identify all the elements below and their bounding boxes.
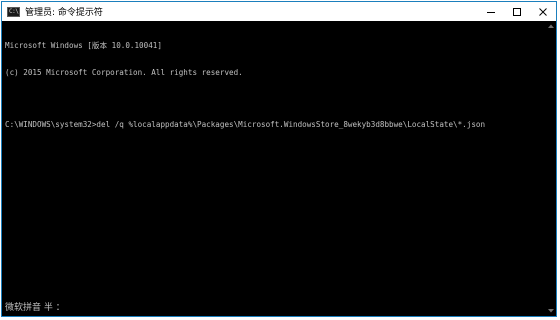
console-line-version: Microsoft Windows [版本 10.0.10041] bbox=[5, 41, 162, 51]
minimize-icon bbox=[487, 11, 495, 13]
console-output[interactable]: Microsoft Windows [版本 10.0.10041] (c) 20… bbox=[5, 25, 544, 314]
cmd-icon-glyph: C:\ bbox=[9, 7, 19, 15]
vertical-scrollbar[interactable] bbox=[547, 22, 555, 315]
close-icon bbox=[539, 7, 547, 16]
ime-status: 微软拼音 半 ： bbox=[5, 303, 65, 313]
window-controls bbox=[478, 2, 556, 21]
command-prompt-window: C:\ 管理员: 命令提示符 Microsoft Windows [版本 10.… bbox=[1, 1, 557, 317]
minimize-button[interactable] bbox=[478, 2, 504, 21]
title-bar[interactable]: C:\ 管理员: 命令提示符 bbox=[2, 2, 556, 21]
cmd-icon[interactable]: C:\ bbox=[7, 6, 20, 17]
window-title: 管理员: 命令提示符 bbox=[25, 8, 103, 18]
maximize-icon bbox=[513, 7, 521, 16]
console-line-command: C:\WINDOWS\system32>del /q %localappdata… bbox=[5, 119, 486, 129]
scroll-down-arrow-icon[interactable] bbox=[547, 307, 555, 315]
scroll-up-arrow-icon[interactable] bbox=[547, 22, 555, 30]
close-button[interactable] bbox=[530, 2, 556, 21]
console-line-copyright: (c) 2015 Microsoft Corporation. All righ… bbox=[5, 67, 243, 77]
maximize-button[interactable] bbox=[504, 2, 530, 21]
